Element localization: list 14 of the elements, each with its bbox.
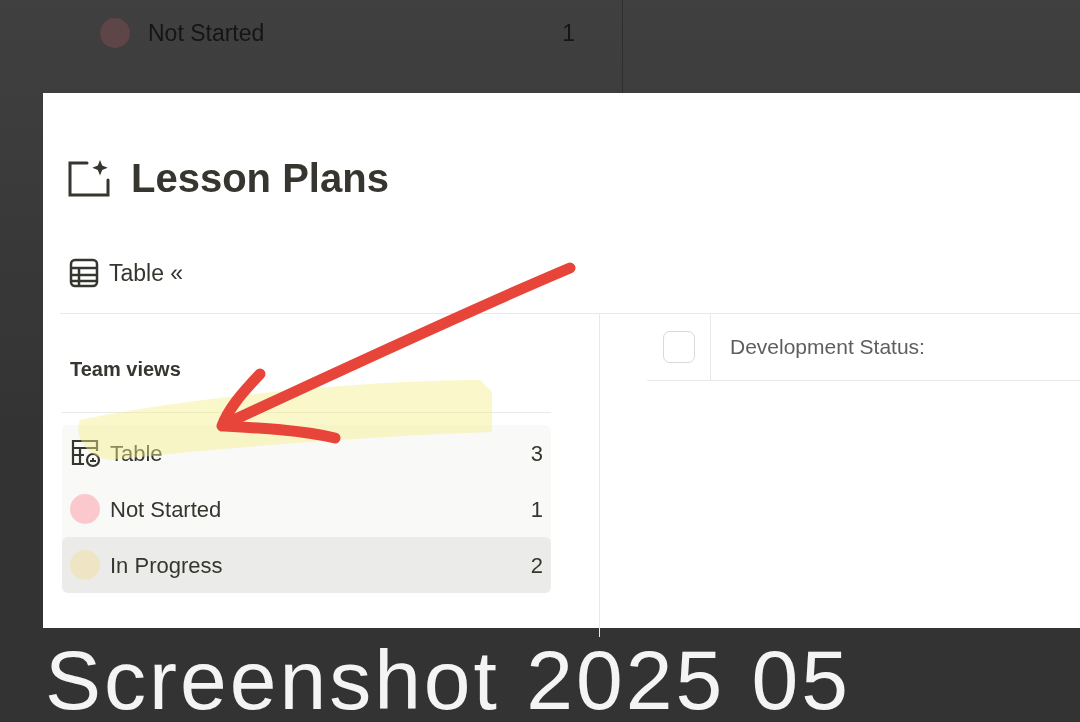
count-label: 2 (530, 551, 543, 580)
view-tab[interactable]: Table « (109, 255, 184, 291)
page-title: Lesson Plans (131, 158, 389, 198)
column-header: Development Status: (729, 334, 925, 361)
view-item[interactable]: Not Started 1 (62, 481, 551, 537)
view-item[interactable]: In Progress 2 (62, 537, 551, 593)
count-label: 3 (530, 439, 543, 468)
view-item[interactable]: Table 3 (62, 425, 551, 481)
checkbox[interactable] (663, 331, 695, 363)
table-icon (69, 258, 99, 288)
section-heading: Team views (62, 314, 551, 413)
caption-text: Screenshot 2025 05 (45, 638, 851, 722)
view-icon (70, 438, 102, 468)
count-label: 1 (530, 495, 543, 524)
